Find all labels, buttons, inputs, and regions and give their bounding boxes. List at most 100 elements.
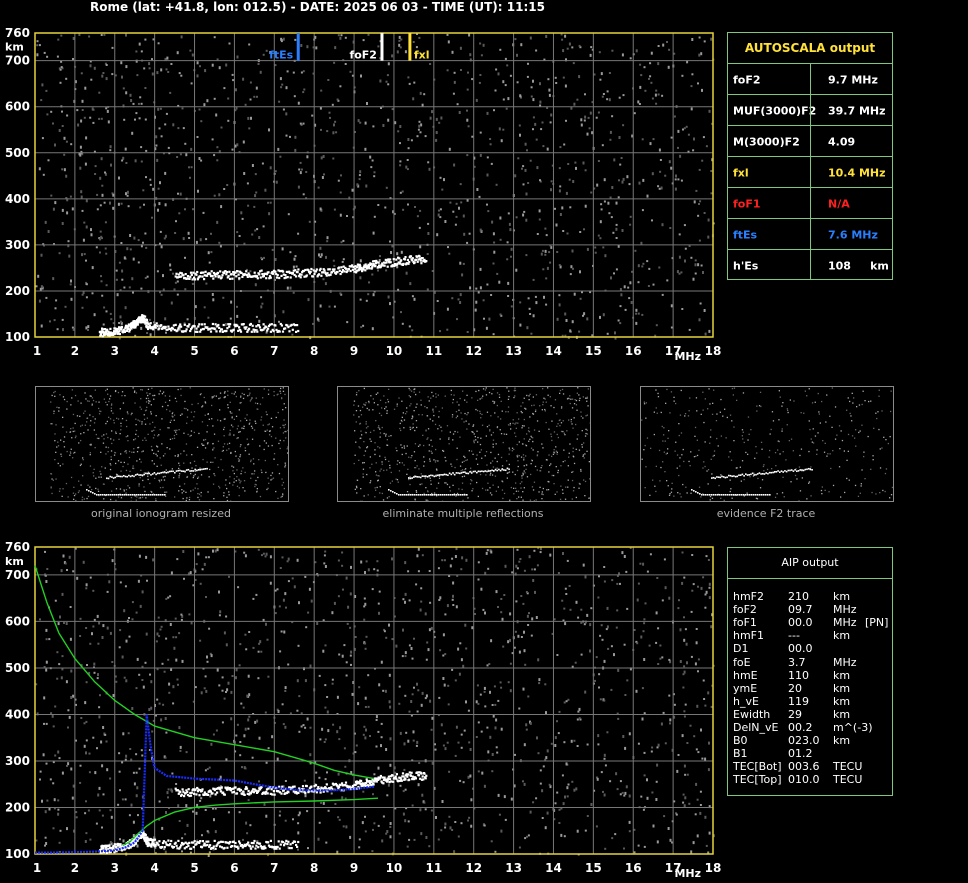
column-divider xyxy=(810,63,811,279)
autoscala-value: 10.4 MHz xyxy=(828,166,886,179)
aip-row: TEC[Bot] 003.6 TECU xyxy=(733,760,888,773)
x-tick-label: 18 xyxy=(705,344,722,358)
x-tick-label: 5 xyxy=(190,861,198,875)
x-tick-label: 5 xyxy=(190,344,198,358)
aip-unit: MHz xyxy=(833,655,857,669)
aip-value: 110 xyxy=(788,668,809,682)
aip-row: foF1 00.0 MHz [PN] xyxy=(733,616,888,629)
aip-row: B1 01.2 xyxy=(733,747,888,760)
x-tick-label: 10 xyxy=(386,861,403,875)
aip-row: h_vE 119 km xyxy=(733,695,888,708)
aip-unit: TECU xyxy=(833,760,863,774)
thumbnail-caption: evidence F2 trace xyxy=(716,507,816,520)
x-tick-label: 2 xyxy=(71,861,79,875)
aip-row: TEC[Top] 010.0 TECU xyxy=(733,773,888,786)
x-tick-label: 16 xyxy=(625,861,642,875)
aip-unit: km xyxy=(833,681,851,695)
aip-value: 01.2 xyxy=(788,747,813,761)
marker-label: fxl xyxy=(414,49,430,62)
x-tick-label: 11 xyxy=(425,861,442,875)
aip-unit: km xyxy=(833,734,851,748)
y-tick-label: 100 xyxy=(5,847,30,861)
aip-value: 023.0 xyxy=(788,734,820,748)
x-tick-label: 12 xyxy=(465,861,482,875)
autoscala-param: M(3000)F2 xyxy=(733,135,800,148)
x-tick-label: 8 xyxy=(310,344,318,358)
grid xyxy=(35,33,713,337)
x-tick-label: 3 xyxy=(111,861,119,875)
marker-label: foF2 xyxy=(349,49,377,62)
y-tick-label: 700 xyxy=(5,568,30,582)
autoscala-param: h'Es xyxy=(733,259,759,272)
aip-row: hmE 110 km xyxy=(733,669,888,682)
thumbnail-3 xyxy=(640,386,895,502)
aip-unit: km xyxy=(833,668,851,682)
aip-unit: km xyxy=(833,707,851,721)
aip-name: ymE xyxy=(733,681,758,695)
autoscala-title: AUTOSCALA output xyxy=(744,41,876,55)
aip-row: foF2 09.7 MHz xyxy=(733,603,888,616)
thumbnail-1 xyxy=(35,386,289,503)
x-tick-label: 6 xyxy=(230,344,238,358)
aip-name: TEC[Top] xyxy=(733,773,782,787)
x-unit-label: MHz xyxy=(674,350,701,363)
aip-name: h_vE xyxy=(733,694,759,708)
aip-name: D1 xyxy=(733,642,749,656)
aip-row: B0 023.0 km xyxy=(733,734,888,747)
aip-row: ymE 20 km xyxy=(733,682,888,695)
x-tick-label: 16 xyxy=(625,344,642,358)
aip-name: B0 xyxy=(733,734,748,748)
aip-value: 09.7 xyxy=(788,603,813,617)
grid xyxy=(35,547,713,854)
aip-value: 003.6 xyxy=(788,760,820,774)
x-tick-label: 1 xyxy=(33,344,41,358)
aip-unit: MHz xyxy=(833,616,857,630)
autoscala-param: ftEs xyxy=(733,228,758,241)
aip-name: foF2 xyxy=(733,603,757,617)
x-tick-label: 2 xyxy=(71,344,79,358)
x-tick-label: 1 xyxy=(33,861,41,875)
aip-value: 210 xyxy=(788,590,809,603)
x-tick-label: 12 xyxy=(465,344,482,358)
aip-unit: MHz xyxy=(833,603,857,617)
aip-name: hmF2 xyxy=(733,590,765,603)
autoscala-value: 108 km xyxy=(828,259,889,272)
aip-unit: km xyxy=(833,590,851,603)
aip-row: hmF1 --- km xyxy=(733,629,888,642)
x-unit-label: MHz xyxy=(674,867,701,880)
y-tick-label: 300 xyxy=(5,238,30,252)
aip-value: 29 xyxy=(788,707,802,721)
autoscala-param: foF1 xyxy=(733,197,761,210)
echo-trace xyxy=(98,314,300,338)
x-tick-label: 7 xyxy=(270,344,278,358)
aip-extra: [PN] xyxy=(865,616,889,630)
y-tick-label: 200 xyxy=(5,284,30,298)
thumbnail-caption: eliminate multiple reflections xyxy=(382,507,544,520)
y-tick-label: 400 xyxy=(5,192,30,206)
x-tick-label: 8 xyxy=(310,861,318,875)
aip-value: --- xyxy=(788,629,800,643)
aip-unit: km xyxy=(833,694,851,708)
y-tick-label: 760 xyxy=(5,26,30,40)
thumbnail-caption: original ionogram resized xyxy=(91,507,231,520)
y-unit-label: km xyxy=(5,41,24,54)
y-tick-label: 600 xyxy=(5,100,30,114)
aip-ionogram: 760700600500400300200100km1 2 3 4 5 6 7 8 9 10 11 1… xyxy=(5,540,721,880)
y-tick-label: 500 xyxy=(5,146,30,160)
x-tick-label: 9 xyxy=(350,344,358,358)
y-tick-label: 400 xyxy=(5,707,30,721)
x-tick-label: 13 xyxy=(505,861,522,875)
x-tick-label: 15 xyxy=(585,861,602,875)
autoscala-value: N/A xyxy=(828,197,850,210)
autoscala-param: fxl xyxy=(733,166,749,179)
profile-line-3 xyxy=(35,714,375,854)
autoscala-param: foF2 xyxy=(733,73,761,86)
x-tick-label: 4 xyxy=(150,344,158,358)
page-title: Rome (lat: +41.8, lon: 012.5) - DATE: 20… xyxy=(90,0,545,14)
aip-unit: TECU xyxy=(833,773,863,787)
aip-name: foF1 xyxy=(733,616,757,630)
x-tick-label: 11 xyxy=(425,344,442,358)
aip-name: TEC[Bot] xyxy=(733,760,782,774)
aip-name: hmF1 xyxy=(733,629,765,643)
y-tick-label: 300 xyxy=(5,754,30,768)
